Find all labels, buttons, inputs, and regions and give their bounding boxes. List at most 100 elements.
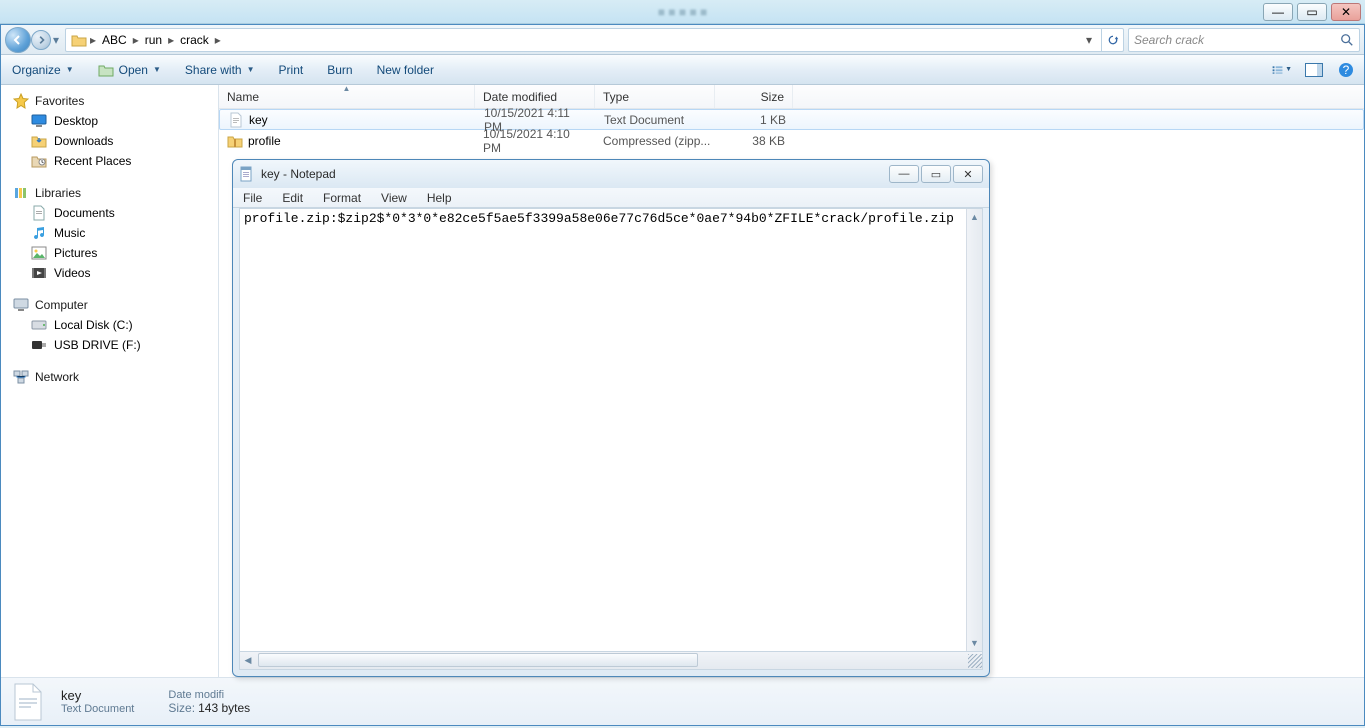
bg-title-blur: ■ ■ ■ ■ ■ (658, 5, 708, 19)
sidebar-item-label: Documents (54, 206, 115, 220)
organize-label: Organize (12, 63, 61, 77)
search-input[interactable]: Search crack (1128, 28, 1360, 52)
notepad-minimize-button[interactable]: — (889, 165, 919, 183)
details-file-icon (11, 682, 47, 722)
notepad-title: key - Notepad (261, 167, 336, 181)
sidebar-item-label: Music (54, 226, 85, 240)
sidebar-item-desktop[interactable]: Desktop (1, 111, 218, 131)
table-row[interactable]: profile10/15/2021 4:10 PMCompressed (zip… (219, 130, 1364, 151)
sidebar-item-music[interactable]: Music (1, 223, 218, 243)
search-placeholder: Search crack (1134, 33, 1204, 47)
network-icon (13, 369, 29, 385)
details-date-label: Date modifi (168, 689, 250, 701)
new-folder-button[interactable]: New folder (374, 60, 437, 80)
window-maximize-button[interactable]: ▭ (1297, 3, 1327, 21)
network-header[interactable]: Network (1, 367, 218, 387)
notepad-menubar: File Edit Format View Help (233, 188, 989, 208)
print-label: Print (279, 63, 304, 77)
history-dropdown[interactable]: ▾ (51, 33, 61, 47)
column-date[interactable]: Date modified (475, 85, 595, 108)
back-button[interactable] (5, 27, 31, 53)
column-size[interactable]: Size (715, 85, 793, 108)
recent-locations-dropdown[interactable]: ▾ (1080, 33, 1098, 47)
sidebar-item-label: Desktop (54, 114, 98, 128)
help-button[interactable]: ? (1336, 60, 1356, 80)
music-icon (31, 225, 47, 241)
help-icon: ? (1338, 62, 1354, 78)
notepad-hscrollbar[interactable]: ◀ ▶ (239, 652, 983, 670)
sidebar-item-label: USB DRIVE (F:) (54, 338, 141, 352)
sidebar-item-pictures[interactable]: Pictures (1, 243, 218, 263)
details-pane: key Text Document Date modifi Size: 143 … (1, 677, 1364, 725)
column-headers: Name Date modified Type Size (219, 85, 1364, 109)
sidebar-item-recent-places[interactable]: Recent Places (1, 151, 218, 171)
crumb-crack[interactable]: crack (176, 29, 213, 51)
organize-button[interactable]: Organize▼ (9, 60, 77, 80)
zip-icon (227, 133, 243, 149)
notepad-icon (239, 166, 255, 182)
libraries-label: Libraries (35, 186, 81, 200)
view-options-button[interactable]: ▼ (1272, 60, 1292, 80)
crumb-abc[interactable]: ABC (98, 29, 131, 51)
notepad-close-button[interactable]: ✕ (953, 165, 983, 183)
view-icon (1272, 63, 1283, 77)
menu-format[interactable]: Format (319, 190, 365, 206)
preview-pane-button[interactable] (1304, 60, 1324, 80)
notepad-window: key - Notepad — ▭ ✕ File Edit Format Vie… (232, 159, 990, 677)
notepad-body: profile.zip:$zip2$*0*3*0*e82ce5f5ae5f339… (239, 208, 983, 652)
libraries-header[interactable]: Libraries (1, 183, 218, 203)
window-minimize-button[interactable]: — (1263, 3, 1293, 21)
menu-help[interactable]: Help (423, 190, 456, 206)
share-with-button[interactable]: Share with▼ (182, 60, 258, 80)
crumb-run[interactable]: run (141, 29, 166, 51)
burn-label: Burn (327, 63, 352, 77)
table-row[interactable]: key10/15/2021 4:11 PMText Document1 KB (219, 109, 1364, 130)
pictures-icon (31, 245, 47, 261)
chevron-right-icon: ▸ (168, 33, 174, 47)
window-close-button[interactable]: ✕ (1331, 3, 1361, 21)
sidebar-item-documents[interactable]: Documents (1, 203, 218, 223)
open-button[interactable]: Open ▼ (95, 59, 164, 81)
desktop-titlebar: ■ ■ ■ ■ ■ — ▭ ✕ (0, 0, 1365, 24)
sidebar-item-local-disk-c[interactable]: Local Disk (C:) (1, 315, 218, 335)
sidebar-item-videos[interactable]: Videos (1, 263, 218, 283)
computer-header[interactable]: Computer (1, 295, 218, 315)
forward-button[interactable] (31, 30, 51, 50)
sidebar-item-downloads[interactable]: Downloads (1, 131, 218, 151)
file-name: profile (248, 134, 281, 148)
file-size: 1 KB (716, 113, 794, 127)
refresh-button[interactable] (1101, 28, 1123, 52)
column-name[interactable]: Name (219, 85, 475, 108)
menu-view[interactable]: View (377, 190, 411, 206)
favorites-label: Favorites (35, 94, 84, 108)
menu-file[interactable]: File (239, 190, 266, 206)
sidebar-item-label: Downloads (54, 134, 113, 148)
column-type[interactable]: Type (595, 85, 715, 108)
notepad-maximize-button[interactable]: ▭ (921, 165, 951, 183)
burn-button[interactable]: Burn (324, 60, 355, 80)
notepad-titlebar[interactable]: key - Notepad — ▭ ✕ (233, 160, 989, 188)
documents-icon (31, 205, 47, 221)
resize-grip-icon[interactable] (968, 654, 982, 668)
recent-places-icon (31, 153, 47, 169)
hscroll-thumb[interactable] (258, 653, 698, 667)
breadcrumb[interactable]: ▸ ABC ▸ run ▸ crack ▸ ▾ (65, 28, 1124, 52)
network-label: Network (35, 370, 79, 384)
star-icon (13, 93, 29, 109)
sidebar-item-label: Recent Places (54, 154, 131, 168)
open-icon (98, 62, 114, 78)
chevron-right-icon: ▸ (133, 33, 139, 47)
menu-edit[interactable]: Edit (278, 190, 307, 206)
open-label: Open (119, 63, 148, 77)
newfolder-label: New folder (377, 63, 434, 77)
notepad-vscrollbar[interactable]: ▲ ▼ (966, 209, 982, 651)
print-button[interactable]: Print (276, 60, 307, 80)
usb-icon (31, 337, 47, 353)
chevron-down-icon: ▼ (153, 65, 161, 74)
favorites-header[interactable]: Favorites (1, 91, 218, 111)
details-name: key (61, 688, 134, 703)
sidebar-item-usb-drive-f[interactable]: USB DRIVE (F:) (1, 335, 218, 355)
notepad-textarea[interactable]: profile.zip:$zip2$*0*3*0*e82ce5f5ae5f339… (240, 209, 966, 651)
computer-icon (13, 297, 29, 313)
downloads-icon (31, 133, 47, 149)
